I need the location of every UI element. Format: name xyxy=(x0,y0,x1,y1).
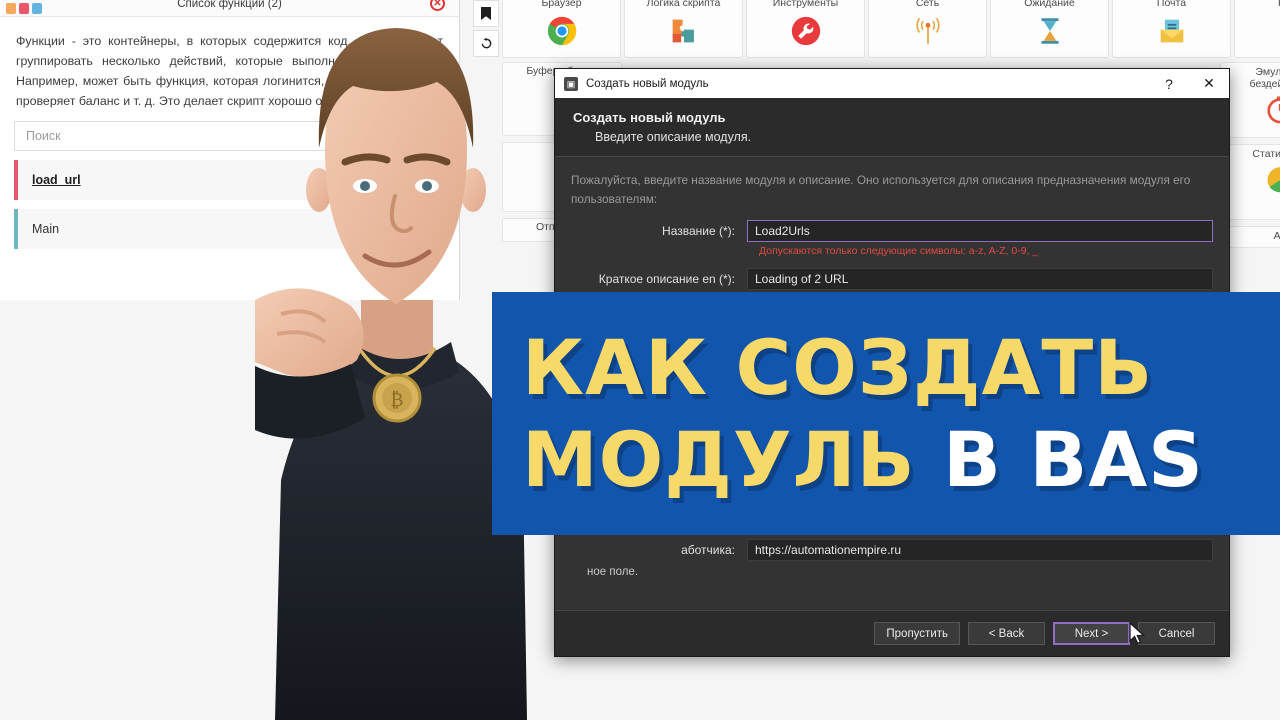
mail-icon xyxy=(1160,19,1183,43)
close-icon[interactable]: ✕ xyxy=(1189,69,1229,98)
ribbon-card-tools[interactable]: Инструменты xyxy=(746,0,865,58)
banner-line-2-white: В BAS xyxy=(943,414,1204,504)
dialog-intro-text: Пожалуйста, введите название модуля и оп… xyxy=(571,173,1191,206)
antenna-icon xyxy=(915,17,940,44)
module-name-input[interactable]: Load2Urls xyxy=(747,220,1213,242)
validation-hint: Допускаются только следующие символы: a-… xyxy=(759,245,1039,257)
card-label: Эмуляциябездействия xyxy=(1249,66,1280,90)
dialog-header: Создать новый модуль Введите описание мо… xyxy=(555,98,1229,157)
svg-text:₿: ₿ xyxy=(390,389,403,411)
dialog-title: Создать новый модуль xyxy=(586,77,709,90)
ribbon-card-wait[interactable]: Ожидание xyxy=(990,0,1109,58)
http-icon: H xyxy=(1277,14,1280,48)
wrench-icon xyxy=(791,16,820,46)
field-row-description-en: Краткое описание en (*): Loading of 2 UR… xyxy=(571,268,1213,290)
card-label: Статистика xyxy=(1252,148,1280,160)
card-label: Ар xyxy=(1273,230,1280,242)
function-name-label: Main xyxy=(32,222,60,236)
ribbon-card-mail[interactable]: Почта xyxy=(1112,0,1231,58)
mouse-pointer xyxy=(1129,622,1146,645)
hourglass-icon xyxy=(1041,18,1058,44)
puzzle-icon xyxy=(672,19,694,43)
ribbon-card-network[interactable]: Сеть xyxy=(868,0,987,58)
chrome-icon xyxy=(547,16,576,46)
dialog-subheading: Введите описание модуля. xyxy=(595,130,752,144)
ribbon-card-label: Почта xyxy=(1156,0,1187,9)
cancel-button[interactable]: Cancel xyxy=(1138,622,1215,645)
timer-icon xyxy=(1267,96,1280,124)
description-en-input[interactable]: Loading of 2 URL xyxy=(747,268,1213,290)
help-button[interactable]: ? xyxy=(1149,69,1189,98)
dialog-titlebar: ▣ Создать новый модуль ? ✕ xyxy=(555,69,1229,98)
required-field-note: ное поле. xyxy=(587,566,639,578)
module-icon: ▣ xyxy=(564,76,578,91)
ribbon-card-http[interactable]: HTTP- H xyxy=(1234,0,1280,58)
field-label: Название (*): xyxy=(662,224,735,238)
ribbon-card-label: Ожидание xyxy=(1024,0,1075,9)
dialog-footer: Пропустить < Back Next > Cancel xyxy=(555,610,1229,656)
ribbon-card-script-logic[interactable]: Логика скрипта xyxy=(624,0,743,58)
banner-line-1: КАК СОЗДАТЬ xyxy=(522,322,1154,412)
field-label: аботчика: xyxy=(681,543,735,557)
ribbon-card-label: Сеть xyxy=(915,0,940,9)
pie-chart-icon xyxy=(1267,167,1280,193)
field-label: Краткое описание en (*): xyxy=(598,272,735,286)
field-row-developer-url: аботчика: https://automationempire.ru xyxy=(571,539,1213,561)
dialog-heading: Создать новый модуль xyxy=(573,110,726,125)
field-row-name: Название (*): Load2Urls xyxy=(571,220,1213,242)
next-button[interactable]: Next > xyxy=(1053,622,1130,645)
ribbon-card-label: Инструменты xyxy=(772,0,839,9)
skip-button[interactable]: Пропустить xyxy=(874,622,960,645)
function-name-label: load_url xyxy=(32,173,81,187)
developer-url-input[interactable]: https://automationempire.ru xyxy=(747,539,1213,561)
back-button[interactable]: < Back xyxy=(968,622,1045,645)
video-title-banner: КАК СОЗДАТЬ МОДУЛЬ В BAS xyxy=(492,292,1280,535)
ribbon-card-label: Браузер xyxy=(541,0,582,9)
banner-line-2-yellow: МОДУЛЬ xyxy=(522,414,916,504)
ribbon-card-label: Логика скрипта xyxy=(646,0,721,9)
banner-line-2: МОДУЛЬ В BAS xyxy=(522,414,1280,506)
action-ribbon: Браузер Логика скрипта Инструменты Сеть … xyxy=(502,0,1280,58)
